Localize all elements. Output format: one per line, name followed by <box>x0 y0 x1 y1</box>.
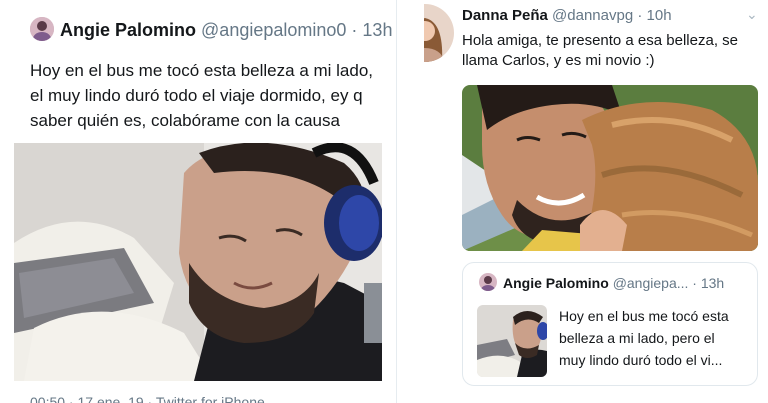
chevron-down-icon[interactable]: ⌄ <box>746 6 758 23</box>
tweet-time[interactable]: · 13h <box>351 20 392 40</box>
right-tweet: Danna Peña @dannavpg · 10h ⌄ Hola amiga,… <box>424 0 768 403</box>
quoted-text-line: muy lindo duró todo el vi... <box>559 352 723 368</box>
danna-avatar[interactable] <box>424 4 454 62</box>
bus-photo[interactable] <box>14 143 382 381</box>
tweet-text-line: Hola amiga, te presento a esa belleza, s… <box>462 32 738 49</box>
angie-avatar[interactable] <box>30 17 54 41</box>
quoted-tweet-card[interactable]: Angie Palomino @angiepa... · 13h Hoy en … <box>462 262 758 386</box>
divider <box>397 0 424 403</box>
quoted-text-line: Hoy en el bus me tocó esta <box>559 308 729 324</box>
tweet-footer: 00:50 · 17 ene. 19 · Twitter for iPhone <box>30 394 265 403</box>
quoted-tweet-time: · 13h <box>692 275 725 291</box>
couple-photo[interactable] <box>462 85 758 251</box>
tweet-text-line: llama Carlos, y es mi novio :) <box>462 52 655 69</box>
quoted-thumbnail <box>477 305 547 377</box>
tweet-text-line: el muy lindo duró todo el viaje dormido,… <box>30 86 363 105</box>
quoted-text-line: belleza a mi lado, pero el <box>559 330 715 346</box>
author-handle[interactable]: @angiepalomino0 <box>201 20 346 40</box>
author-name[interactable]: Danna Peña <box>462 7 548 24</box>
angie-avatar <box>479 273 497 291</box>
quoted-author-name: Angie Palomino <box>503 275 609 291</box>
tweet-text-line: Hoy en el bus me tocó esta belleza a mi … <box>30 61 374 80</box>
author-handle[interactable]: @dannavpg <box>552 7 633 24</box>
author-name[interactable]: Angie Palomino <box>60 20 196 40</box>
left-tweet: Angie Palomino @angiepalomino0 · 13h Hoy… <box>0 0 397 403</box>
quoted-author-handle: @angiepa... <box>612 275 689 291</box>
tweet-time[interactable]: · 10h <box>637 7 671 24</box>
tweet-text-line: saber quién es, colabórame con la causa <box>30 111 340 130</box>
